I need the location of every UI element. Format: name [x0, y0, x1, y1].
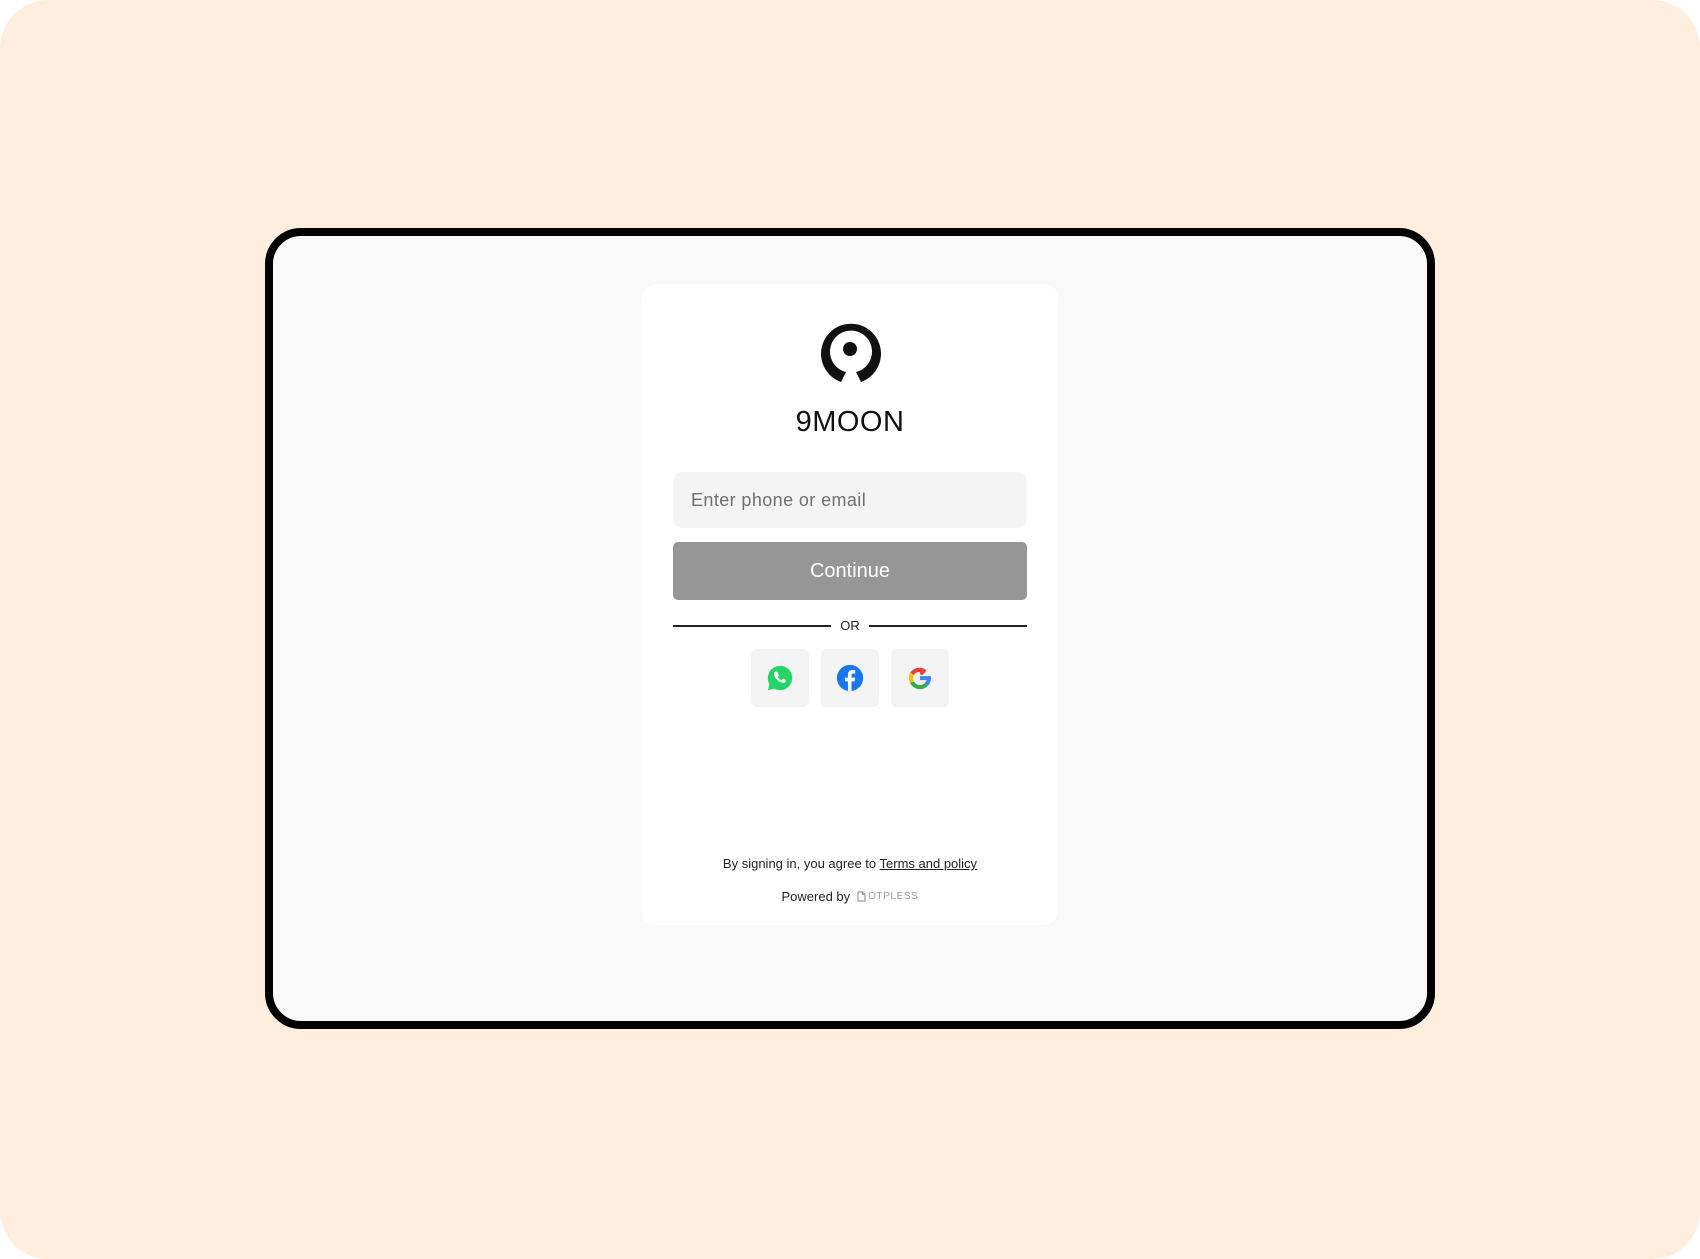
terms-link[interactable]: Terms and policy — [880, 856, 978, 871]
powered-by-label: Powered by — [781, 889, 851, 904]
powered-by: Powered by OTPLESS — [642, 889, 1058, 904]
terms-text: By signing in, you agree to Terms and po… — [642, 856, 1058, 871]
login-card: 9MOON Continue OR — [642, 284, 1058, 925]
otpless-wordmark: OTPLESS — [868, 891, 919, 902]
google-icon — [905, 663, 935, 693]
google-login-button[interactable] — [891, 649, 949, 707]
phone-email-input[interactable] — [673, 472, 1027, 528]
terms-prefix: By signing in, you agree to — [722, 856, 880, 871]
whatsapp-icon — [765, 663, 795, 693]
social-login-group — [642, 649, 1058, 707]
or-divider: OR — [673, 618, 1027, 634]
whatsapp-login-button[interactable] — [751, 649, 809, 707]
facebook-icon — [835, 663, 865, 693]
otpless-logo: OTPLESS — [857, 891, 918, 902]
crescent-moon-logo-icon — [816, 318, 884, 386]
otpless-mark-icon — [857, 891, 866, 902]
facebook-login-button[interactable] — [821, 649, 879, 707]
continue-button[interactable]: Continue — [673, 542, 1027, 600]
brand-name: 9MOON — [795, 406, 905, 438]
divider-line-right — [869, 625, 1027, 627]
